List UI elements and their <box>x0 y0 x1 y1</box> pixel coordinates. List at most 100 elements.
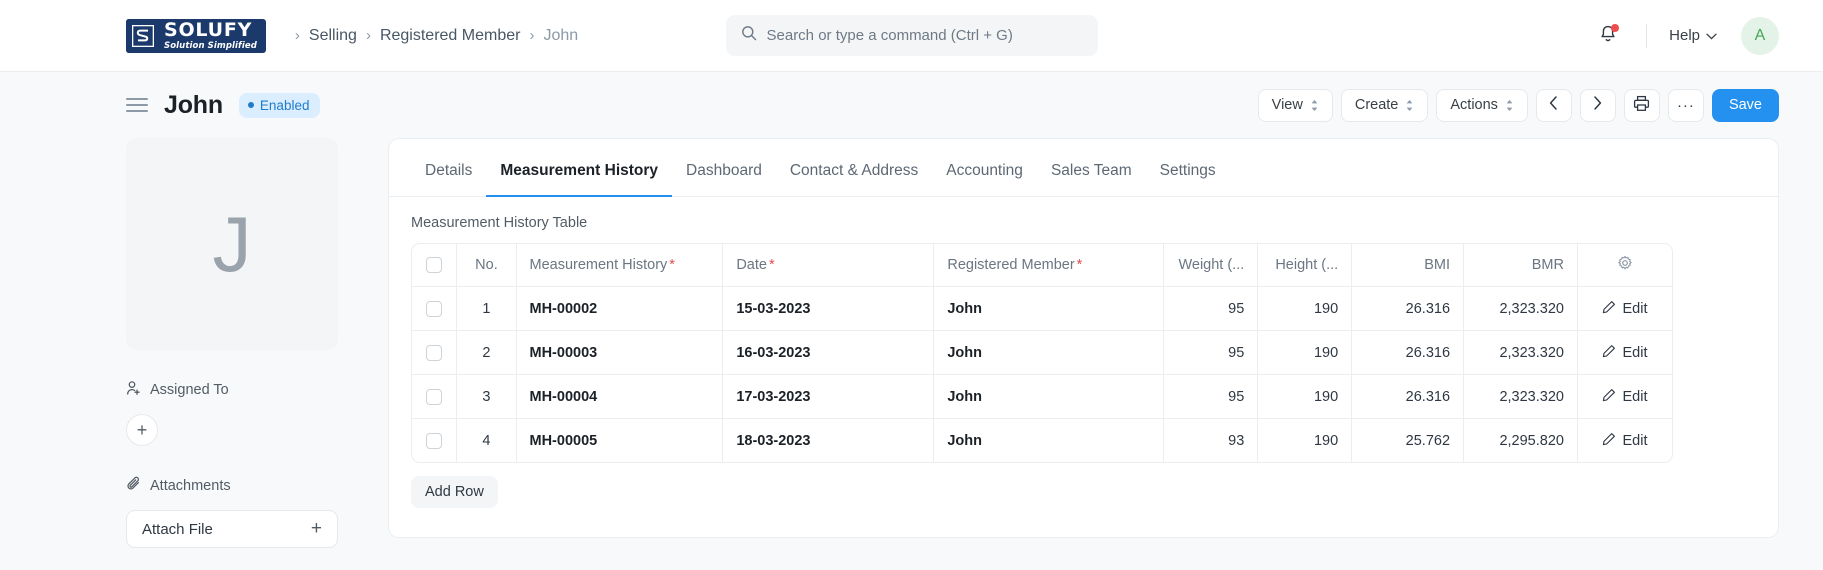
user-avatar[interactable]: A <box>1741 16 1779 55</box>
print-button[interactable] <box>1623 88 1660 122</box>
cell-registered-member[interactable]: John <box>934 375 1165 419</box>
add-assignee-button[interactable]: + <box>126 414 158 446</box>
add-row-button[interactable]: Add Row <box>411 476 498 508</box>
table-row[interactable]: 4 MH-00005 18-03-2023 John 93 190 25.762… <box>411 419 1673 463</box>
attach-file-button[interactable]: Attach File + <box>126 510 338 548</box>
header-measurement-history[interactable]: Measurement History * <box>516 243 724 287</box>
cell-no: 2 <box>457 331 517 375</box>
create-button[interactable]: Create <box>1340 88 1429 122</box>
edit-row-button[interactable]: Edit <box>1602 344 1647 362</box>
cell-registered-member[interactable]: John <box>934 331 1165 375</box>
table-row[interactable]: 1 MH-00002 15-03-2023 John 95 190 26.316… <box>411 287 1673 331</box>
cell-measurement-history[interactable]: MH-00002 <box>516 287 724 331</box>
cell-height[interactable]: 190 <box>1258 331 1353 375</box>
record-avatar[interactable]: J <box>126 138 338 350</box>
row-select-cell[interactable] <box>411 287 458 331</box>
breadcrumb-item-registered-member[interactable]: Registered Member <box>380 27 521 45</box>
attachments-label-row: Attachments <box>126 476 338 496</box>
row-select-cell[interactable] <box>411 419 458 463</box>
status-badge: Enabled <box>238 92 321 118</box>
header-registered-member[interactable]: Registered Member * <box>934 243 1165 287</box>
save-button[interactable]: Save <box>1711 88 1779 122</box>
header-date[interactable]: Date * <box>723 243 935 287</box>
cell-date[interactable]: 17-03-2023 <box>723 375 935 419</box>
paperclip-icon <box>126 476 142 496</box>
pencil-icon <box>1602 388 1616 406</box>
cell-height[interactable]: 190 <box>1258 419 1353 463</box>
cell-height[interactable]: 190 <box>1258 287 1353 331</box>
search-box[interactable] <box>725 15 1098 56</box>
plus-icon: + <box>310 518 322 539</box>
tab-dashboard[interactable]: Dashboard <box>672 162 776 196</box>
top-navbar: SOLUFY Solution Simplified › Selling › R… <box>0 0 1823 72</box>
cell-measurement-history[interactable]: MH-00003 <box>516 331 724 375</box>
solufy-logo[interactable]: SOLUFY Solution Simplified <box>126 18 266 53</box>
cell-measurement-history[interactable]: MH-00004 <box>516 375 724 419</box>
breadcrumb-item-selling[interactable]: Selling <box>309 27 357 45</box>
cell-date[interactable]: 18-03-2023 <box>723 419 935 463</box>
cell-height[interactable]: 190 <box>1258 375 1353 419</box>
header-bmr[interactable]: BMR <box>1464 243 1578 287</box>
pencil-icon <box>1602 344 1616 362</box>
plus-icon: + <box>136 419 148 440</box>
more-options-button[interactable]: ··· <box>1667 88 1704 122</box>
cell-weight[interactable]: 93 <box>1164 419 1259 463</box>
printer-icon <box>1633 95 1650 116</box>
cell-weight[interactable]: 95 <box>1164 331 1259 375</box>
header-bmi[interactable]: BMI <box>1352 243 1465 287</box>
next-record-button[interactable] <box>1579 88 1616 122</box>
cell-edit[interactable]: Edit <box>1577 331 1673 375</box>
tab-sales-team[interactable]: Sales Team <box>1037 162 1146 196</box>
header-column-settings[interactable] <box>1577 243 1673 287</box>
header-measurement-history-label: Measurement History <box>529 257 668 273</box>
edit-row-button[interactable]: Edit <box>1602 388 1647 406</box>
table-row[interactable]: 2 MH-00003 16-03-2023 John 95 190 26.316… <box>411 331 1673 375</box>
actions-button[interactable]: Actions <box>1436 88 1528 122</box>
row-checkbox[interactable] <box>426 344 443 361</box>
help-menu-button[interactable]: Help <box>1665 21 1721 50</box>
cell-bmr: 2,323.320 <box>1464 375 1578 419</box>
header-no[interactable]: No. <box>457 243 517 287</box>
header-select-all[interactable] <box>411 243 458 287</box>
tab-measurement-history[interactable]: Measurement History <box>486 162 672 197</box>
cell-no: 4 <box>457 419 517 463</box>
logo-text: SOLUFY Solution Simplified <box>160 20 266 51</box>
tab-settings[interactable]: Settings <box>1146 162 1230 196</box>
cell-date[interactable]: 15-03-2023 <box>723 287 935 331</box>
row-checkbox[interactable] <box>426 388 443 405</box>
previous-record-button[interactable] <box>1535 88 1572 122</box>
cell-edit[interactable]: Edit <box>1577 287 1673 331</box>
pencil-icon <box>1602 300 1616 318</box>
cell-edit[interactable]: Edit <box>1577 375 1673 419</box>
cell-registered-member[interactable]: John <box>934 419 1165 463</box>
edit-row-button[interactable]: Edit <box>1602 300 1647 318</box>
header-weight[interactable]: Weight (... <box>1164 243 1259 287</box>
tab-accounting[interactable]: Accounting <box>932 162 1037 196</box>
view-button[interactable]: View <box>1257 88 1333 122</box>
hamburger-icon[interactable] <box>126 98 148 112</box>
cell-weight[interactable]: 95 <box>1164 375 1259 419</box>
cell-edit[interactable]: Edit <box>1577 419 1673 463</box>
tab-details[interactable]: Details <box>411 162 486 196</box>
tab-contact-address[interactable]: Contact & Address <box>776 162 932 196</box>
cell-registered-member[interactable]: John <box>934 287 1165 331</box>
row-checkbox[interactable] <box>426 432 443 449</box>
cell-bmr: 2,295.820 <box>1464 419 1578 463</box>
logo-mark-icon <box>126 18 160 53</box>
cell-measurement-history[interactable]: MH-00005 <box>516 419 724 463</box>
header-height[interactable]: Height (... <box>1258 243 1353 287</box>
table-row[interactable]: 3 MH-00004 17-03-2023 John 95 190 26.316… <box>411 375 1673 419</box>
row-checkbox[interactable] <box>426 300 443 317</box>
select-all-checkbox[interactable] <box>426 257 443 274</box>
cell-weight[interactable]: 95 <box>1164 287 1259 331</box>
row-select-cell[interactable] <box>411 331 458 375</box>
notifications-button[interactable] <box>1588 16 1628 56</box>
edit-row-button[interactable]: Edit <box>1602 432 1647 450</box>
search-input[interactable] <box>766 27 1083 44</box>
create-label: Create <box>1354 97 1399 113</box>
cell-date[interactable]: 16-03-2023 <box>723 331 935 375</box>
search-icon <box>741 25 757 46</box>
header-registered-member-label: Registered Member <box>947 257 1075 273</box>
row-select-cell[interactable] <box>411 375 458 419</box>
sidebar: J Assigned To + Attachments Attach File … <box>126 138 338 548</box>
